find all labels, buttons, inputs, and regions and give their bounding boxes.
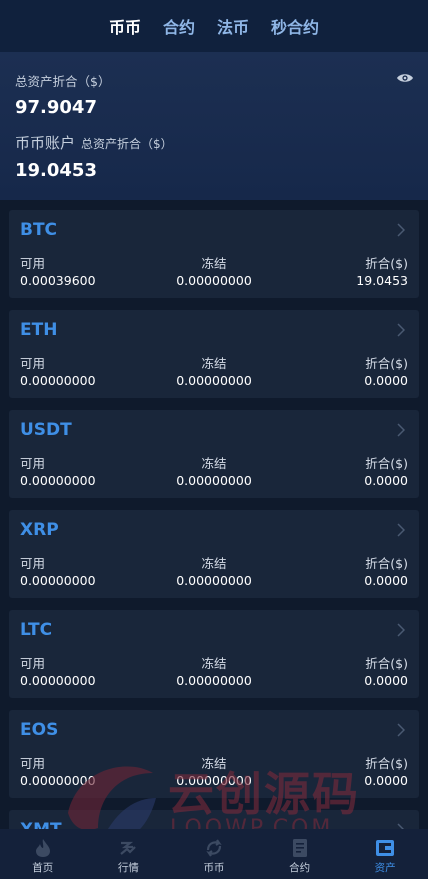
converted-value: 0.0000 <box>364 373 408 388</box>
nav-assets-label: 资产 <box>374 861 396 874</box>
wallet-icon <box>376 839 395 856</box>
coin-name: XRP <box>20 520 59 540</box>
coin-name: USDT <box>20 420 72 440</box>
asset-card-eos[interactable]: EOS 可用 冻结 折合($) 0.00000000 0.00000000 0.… <box>9 710 419 798</box>
account-value: 19.0453 <box>15 160 97 181</box>
chevron-right-icon <box>397 623 405 637</box>
contract-icon <box>292 838 307 857</box>
available-label: 可用 <box>20 556 46 571</box>
converted-label: 折合($) <box>365 756 408 771</box>
frozen-label: 冻结 <box>201 756 227 771</box>
frozen-value: 0.00000000 <box>176 473 252 488</box>
asset-card-btc[interactable]: BTC 可用 冻结 折合($) 0.00039600 0.00000000 19… <box>9 210 419 298</box>
frozen-label: 冻结 <box>201 456 227 471</box>
frozen-value: 0.00000000 <box>176 773 252 788</box>
nav-home[interactable]: 首页 <box>0 834 85 875</box>
tab-second-contract[interactable]: 秒合约 <box>271 14 319 38</box>
frozen-label: 冻结 <box>201 256 227 271</box>
account-title: 币币账户 总资产折合（$） <box>15 132 173 153</box>
converted-label: 折合($) <box>365 556 408 571</box>
frozen-value: 0.00000000 <box>176 673 252 688</box>
available-value: 0.00000000 <box>20 373 96 388</box>
converted-value: 0.0000 <box>364 473 408 488</box>
asset-card-usdt[interactable]: USDT 可用 冻结 折合($) 0.00000000 0.00000000 0… <box>9 410 419 498</box>
converted-value: 0.0000 <box>364 773 408 788</box>
frozen-label: 冻结 <box>201 656 227 671</box>
total-assets-value: 97.9047 <box>15 97 97 118</box>
converted-value: 19.0453 <box>356 273 408 288</box>
coin-name: ETH <box>20 320 58 340</box>
tab-fiat[interactable]: 法币 <box>217 14 249 38</box>
account-sub-label: 总资产折合（$） <box>81 137 173 151</box>
market-icon <box>120 841 137 855</box>
chevron-right-icon <box>397 223 405 237</box>
bottom-nav: 首页 行情 币币 合约 资产 <box>0 829 428 879</box>
total-assets-label: 总资产折合（$） <box>15 74 111 89</box>
nav-spot[interactable]: 币币 <box>171 834 256 875</box>
nav-assets[interactable]: 资产 <box>343 834 428 875</box>
nav-contract[interactable]: 合约 <box>257 834 342 875</box>
coin-name: BTC <box>20 220 58 240</box>
available-value: 0.00000000 <box>20 473 96 488</box>
frozen-label: 冻结 <box>201 356 227 371</box>
available-label: 可用 <box>20 256 46 271</box>
available-value: 0.00000000 <box>20 773 96 788</box>
chevron-right-icon <box>397 723 405 737</box>
converted-value: 0.0000 <box>364 573 408 588</box>
coin-name: LTC <box>20 620 53 640</box>
asset-summary: 总资产折合（$） 97.9047 币币账户 总资产折合（$） 19.0453 <box>0 52 428 200</box>
chevron-right-icon <box>397 423 405 437</box>
exchange-icon <box>206 838 222 857</box>
available-label: 可用 <box>20 456 46 471</box>
account-label: 币币账户 <box>15 134 76 152</box>
available-value: 0.00000000 <box>20 573 96 588</box>
nav-contract-label: 合约 <box>289 861 311 874</box>
nav-home-label: 首页 <box>32 861 54 874</box>
chevron-right-icon <box>397 523 405 537</box>
chevron-right-icon <box>397 323 405 337</box>
nav-spot-label: 币币 <box>203 861 225 874</box>
converted-label: 折合($) <box>365 456 408 471</box>
available-value: 0.00039600 <box>20 273 96 288</box>
converted-label: 折合($) <box>365 256 408 271</box>
frozen-value: 0.00000000 <box>176 373 252 388</box>
asset-card-xrp[interactable]: XRP 可用 冻结 折合($) 0.00000000 0.00000000 0.… <box>9 510 419 598</box>
frozen-value: 0.00000000 <box>176 273 252 288</box>
home-icon <box>35 838 50 857</box>
available-label: 可用 <box>20 756 46 771</box>
eye-icon[interactable] <box>396 72 414 84</box>
converted-label: 折合($) <box>365 356 408 371</box>
available-label: 可用 <box>20 656 46 671</box>
top-tabs: 币币 合约 法币 秒合约 <box>0 0 428 52</box>
tab-contract[interactable]: 合约 <box>163 14 195 38</box>
asset-card-ltc[interactable]: LTC 可用 冻结 折合($) 0.00000000 0.00000000 0.… <box>9 610 419 698</box>
tab-spot[interactable]: 币币 <box>109 14 141 38</box>
available-label: 可用 <box>20 356 46 371</box>
available-value: 0.00000000 <box>20 673 96 688</box>
coin-name: EOS <box>20 720 59 740</box>
converted-label: 折合($) <box>365 656 408 671</box>
frozen-label: 冻结 <box>201 556 227 571</box>
asset-card-eth[interactable]: ETH 可用 冻结 折合($) 0.00000000 0.00000000 0.… <box>9 310 419 398</box>
frozen-value: 0.00000000 <box>176 573 252 588</box>
nav-market[interactable]: 行情 <box>86 834 171 875</box>
converted-value: 0.0000 <box>364 673 408 688</box>
nav-market-label: 行情 <box>117 861 139 874</box>
